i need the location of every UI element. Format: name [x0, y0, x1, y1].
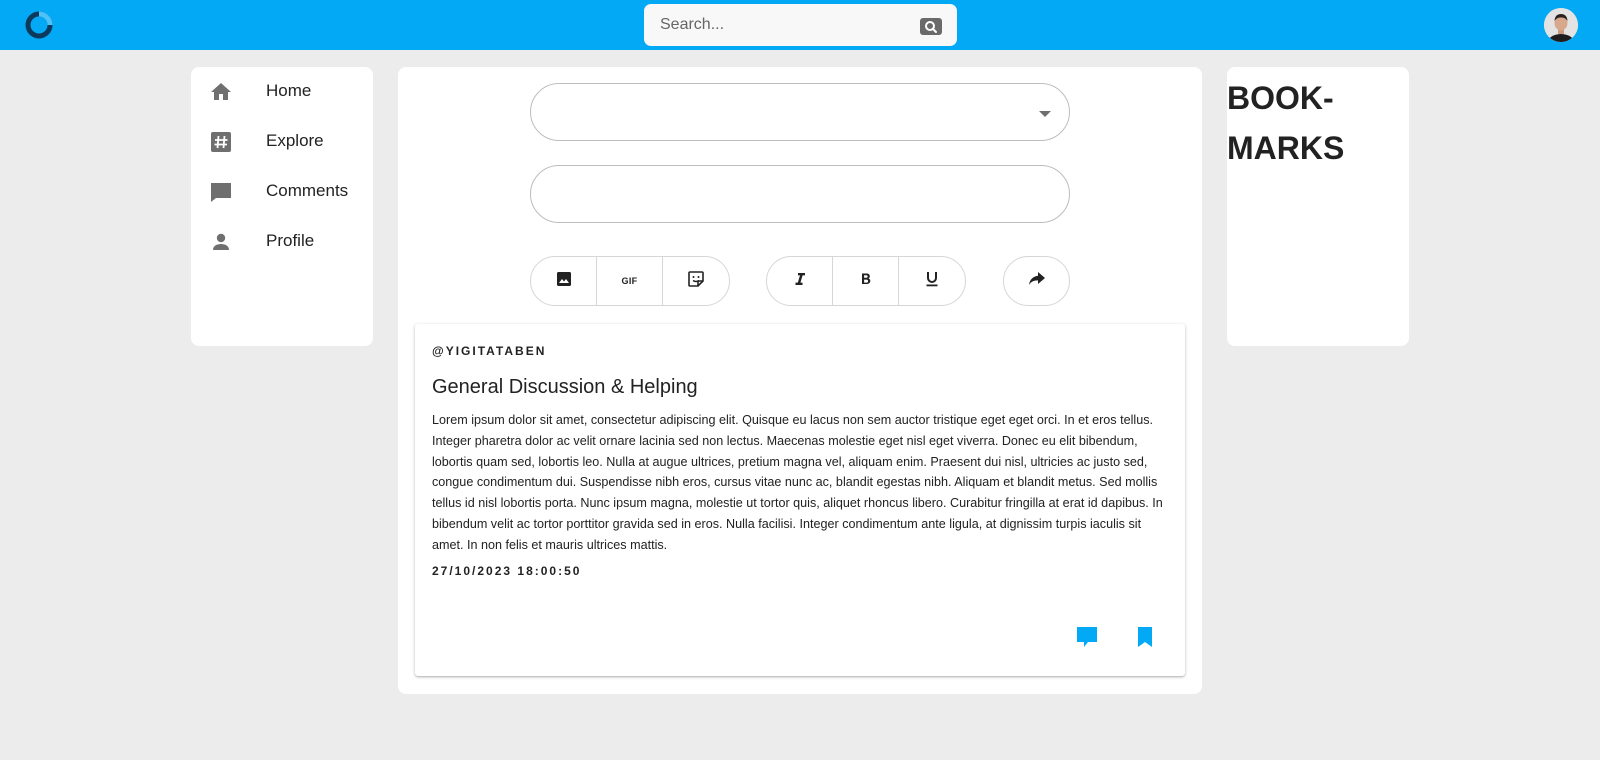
add-sticker-button[interactable]	[663, 257, 729, 305]
chevron-down-icon	[1039, 111, 1051, 117]
sidebar-item-comments[interactable]: Comments	[191, 167, 373, 217]
send-button-group	[1003, 256, 1070, 306]
comment-icon	[1074, 627, 1100, 654]
sidebar-item-profile[interactable]: Profile	[191, 217, 373, 267]
italic-icon	[793, 272, 807, 291]
search-bar	[644, 4, 957, 46]
main-feed: GIF @YIGITATABEN General Discussion & He…	[398, 67, 1202, 694]
sidebar-item-explore[interactable]: Explore	[191, 117, 373, 167]
sidebar-item-home[interactable]: Home	[191, 67, 373, 117]
format-button-group	[766, 256, 966, 306]
media-button-group: GIF	[530, 256, 730, 306]
comment-icon	[209, 180, 233, 204]
add-image-button[interactable]	[531, 257, 597, 305]
post-text-input[interactable]	[530, 165, 1070, 223]
italic-button[interactable]	[767, 257, 833, 305]
share-arrow-icon	[1028, 271, 1045, 291]
gif-icon: GIF	[621, 276, 638, 286]
sidebar-item-label: Explore	[266, 131, 324, 150]
sidebar-item-label: Home	[266, 81, 312, 100]
sidebar-nav: Home Explore Comments Profile	[191, 67, 373, 346]
sticker-icon	[687, 270, 705, 293]
post-author[interactable]: @YIGITATABEN	[432, 344, 546, 358]
person-icon	[209, 230, 233, 254]
user-avatar[interactable]	[1544, 8, 1578, 42]
sidebar-item-label: Comments	[266, 181, 349, 200]
topic-select[interactable]	[530, 83, 1070, 141]
send-post-button[interactable]	[1004, 257, 1069, 305]
underline-button[interactable]	[899, 257, 965, 305]
hashtag-icon	[209, 130, 233, 154]
search-input[interactable]	[644, 4, 904, 46]
bookmarks-title: BOOK- MARKS	[1227, 80, 1345, 166]
image-icon	[556, 271, 572, 292]
post-date: 27/10/2023 18:00:50	[432, 564, 582, 578]
post-body: Lorem ipsum dolor sit amet, consectetur …	[432, 413, 1163, 552]
sidebar-item-label: Profile	[266, 231, 315, 250]
bookmark-icon	[1132, 627, 1158, 654]
bookmark-button[interactable]	[1132, 624, 1158, 650]
bold-button[interactable]	[833, 257, 899, 305]
search-icon[interactable]	[920, 18, 942, 35]
home-icon	[209, 80, 233, 104]
ring-logo-icon[interactable]	[24, 10, 54, 40]
add-gif-button[interactable]: GIF	[597, 257, 663, 305]
bold-icon	[859, 272, 873, 291]
post-title: General Discussion & Helping	[432, 376, 698, 398]
post-card: @YIGITATABEN General Discussion & Helpin…	[415, 324, 1185, 676]
comment-button[interactable]	[1074, 624, 1100, 650]
top-bar	[0, 0, 1600, 50]
underline-icon	[925, 271, 939, 292]
bookmarks-panel: BOOK- MARKS	[1227, 67, 1409, 346]
